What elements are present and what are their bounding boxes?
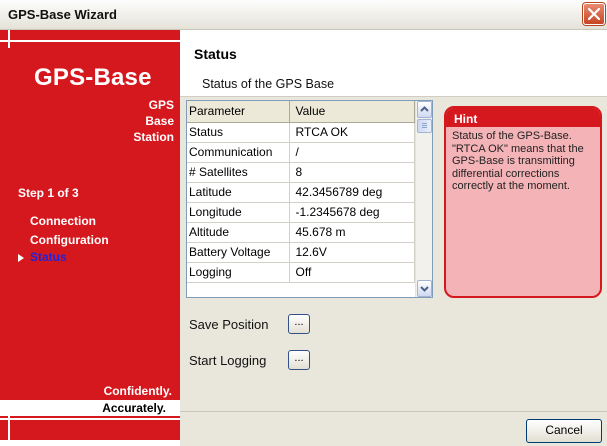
- row-parameter: Longitude: [187, 202, 290, 223]
- row-parameter: Latitude: [187, 182, 290, 203]
- brand-panel: GPS-Base GPS Base Station Step 1 of 3 Co…: [0, 30, 180, 440]
- page-title: Status: [194, 46, 237, 62]
- hint-text: Status of the GPS-Base. "RTCA OK" means …: [452, 130, 584, 192]
- decor-stripe: [8, 408, 10, 440]
- vertical-scrollbar[interactable]: [415, 101, 432, 297]
- status-grid[interactable]: Parameter Value Status RTCA OK Communicat…: [186, 100, 433, 298]
- step-connection[interactable]: Connection: [30, 214, 96, 228]
- cancel-button[interactable]: Cancel: [526, 419, 602, 443]
- row-parameter: Altitude: [187, 222, 290, 243]
- brand-subtitle-base: Base: [145, 114, 174, 128]
- save-position-label: Save Position: [189, 317, 269, 332]
- step-status[interactable]: Status: [30, 250, 67, 264]
- scroll-down-button[interactable]: [417, 280, 432, 297]
- chevron-up-icon: [420, 106, 429, 112]
- row-parameter: Battery Voltage: [187, 242, 290, 263]
- status-table: Parameter Value Status RTCA OK Communicat…: [187, 101, 415, 283]
- step-configuration[interactable]: Configuration: [30, 233, 109, 247]
- decor-stripe: [8, 42, 10, 48]
- footer-divider: [180, 411, 607, 412]
- brand-subtitle-gps: GPS: [148, 98, 174, 112]
- row-parameter: Status: [187, 122, 290, 143]
- decor-stripe: [0, 418, 180, 420]
- wizard-sidebar: GPS-Base GPS Base Station Step 1 of 3 Co…: [0, 30, 180, 446]
- grip-icon: [422, 123, 427, 128]
- step-indicator: Step 1 of 3: [18, 186, 79, 200]
- table-row[interactable]: Logging Off: [187, 262, 415, 283]
- row-value: /: [289, 142, 415, 163]
- row-parameter: # Satellites: [187, 162, 290, 183]
- start-logging-button[interactable]: ...: [288, 350, 310, 370]
- save-position-button[interactable]: ...: [288, 314, 310, 334]
- table-row[interactable]: Communication /: [187, 142, 415, 163]
- slogan-accurately: Accurately.: [102, 401, 166, 415]
- page-header: Status Status of the GPS Base: [180, 30, 607, 97]
- table-row[interactable]: Altitude 45.678 m: [187, 222, 415, 243]
- table-header-row: Parameter Value: [187, 101, 415, 123]
- hint-title: Hint: [446, 108, 600, 127]
- table-row[interactable]: Longitude -1.2345678 deg: [187, 202, 415, 223]
- table-row[interactable]: Latitude 42.3456789 deg: [187, 182, 415, 203]
- table-row[interactable]: # Satellites 8: [187, 162, 415, 183]
- row-parameter: Logging: [187, 262, 290, 283]
- row-parameter: Communication: [187, 142, 290, 163]
- row-value: RTCA OK: [289, 122, 415, 143]
- decor-stripe: [8, 30, 10, 40]
- row-value: -1.2345678 deg: [289, 202, 415, 223]
- decor-stripe: [0, 40, 180, 42]
- slogan-confidently: Confidently.: [103, 384, 172, 398]
- scroll-thumb[interactable]: [417, 119, 432, 133]
- hint-panel: Hint Status of the GPS-Base. "RTCA OK" m…: [444, 106, 602, 298]
- column-header-parameter[interactable]: Parameter: [187, 101, 290, 123]
- row-value: 45.678 m: [289, 222, 415, 243]
- title-bar: GPS-Base Wizard: [0, 0, 607, 30]
- table-row[interactable]: Battery Voltage 12.6V: [187, 242, 415, 263]
- row-value: 12.6V: [289, 242, 415, 263]
- scroll-up-button[interactable]: [417, 101, 432, 118]
- brand-logo: GPS-Base: [34, 64, 152, 91]
- column-header-value[interactable]: Value: [289, 101, 415, 123]
- table-row[interactable]: Status RTCA OK: [187, 122, 415, 143]
- brand-subtitle-station: Station: [133, 130, 174, 144]
- start-logging-label: Start Logging: [189, 353, 267, 368]
- row-value: 8: [289, 162, 415, 183]
- row-value: 42.3456789 deg: [289, 182, 415, 203]
- row-value: Off: [289, 262, 415, 283]
- chevron-down-icon: [420, 286, 429, 292]
- window-title: GPS-Base Wizard: [8, 7, 117, 22]
- close-button[interactable]: [583, 3, 605, 25]
- page-subtitle: Status of the GPS Base: [202, 77, 335, 91]
- close-icon: [587, 7, 601, 21]
- current-step-arrow-icon: [18, 254, 24, 262]
